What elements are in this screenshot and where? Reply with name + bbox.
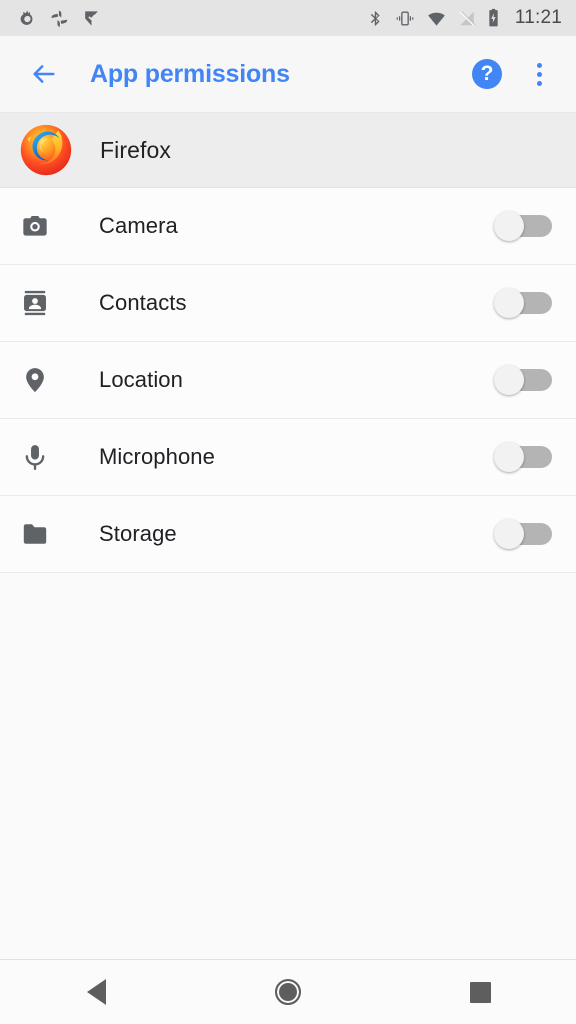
- location-pin-icon: [18, 363, 52, 397]
- empty-list-area: [0, 573, 576, 959]
- overflow-dot-icon: [536, 80, 542, 86]
- nav-back-icon: [86, 979, 106, 1005]
- permission-row-camera[interactable]: Camera: [0, 188, 576, 265]
- checkmark-flag-notification-icon: [82, 9, 101, 28]
- vibrate-icon: [395, 9, 415, 28]
- permission-toggle-microphone[interactable]: [494, 442, 552, 472]
- screen-content: App permissions ? Firefox Camera Contact…: [0, 36, 576, 1024]
- permission-toggle-storage[interactable]: [494, 519, 552, 549]
- system-status-icons: 11:21: [367, 7, 562, 29]
- camera-icon: [18, 209, 52, 243]
- nav-home-icon: [275, 979, 301, 1005]
- permission-toggle-location[interactable]: [494, 365, 552, 395]
- bluetooth-icon: [367, 9, 384, 28]
- no-sim-icon: [458, 9, 476, 28]
- folder-icon: [18, 517, 52, 551]
- firefox-notification-icon: [18, 9, 37, 28]
- overflow-dot-icon: [536, 71, 542, 77]
- help-icon: ?: [472, 59, 502, 89]
- firefox-logo-icon: [20, 124, 72, 176]
- nav-recents-button[interactable]: [384, 960, 576, 1024]
- permission-label: Location: [99, 367, 183, 392]
- overflow-menu-button[interactable]: [520, 54, 558, 94]
- wifi-icon: [426, 9, 447, 28]
- overflow-dot-icon: [536, 62, 542, 68]
- permission-toggle-camera[interactable]: [494, 211, 552, 241]
- battery-charging-icon: [487, 8, 500, 28]
- toggle-thumb: [494, 211, 524, 241]
- toolbar-actions: ?: [468, 54, 558, 94]
- status-bar: 11:21: [0, 0, 576, 36]
- nav-home-button[interactable]: [192, 960, 384, 1024]
- permission-row-contacts[interactable]: Contacts: [0, 265, 576, 342]
- status-time: 11:21: [514, 7, 562, 28]
- permission-label: Microphone: [99, 444, 215, 469]
- contacts-icon: [18, 286, 52, 320]
- app-header: Firefox: [0, 113, 576, 188]
- permission-row-storage[interactable]: Storage: [0, 496, 576, 573]
- nav-back-button[interactable]: [0, 960, 192, 1024]
- permission-toggle-contacts[interactable]: [494, 288, 552, 318]
- app-toolbar: App permissions ?: [0, 36, 576, 113]
- permission-label: Camera: [99, 213, 178, 238]
- back-button[interactable]: [24, 54, 64, 94]
- app-name: Firefox: [100, 136, 171, 163]
- page-title: App permissions: [90, 59, 290, 88]
- android-screen: 11:21 App permissions ? Firefox Camera C…: [0, 0, 576, 1024]
- permission-label: Storage: [99, 521, 177, 546]
- permissions-list: Camera Contacts Location Microphone Stor…: [0, 188, 576, 573]
- permission-label: Contacts: [99, 290, 187, 315]
- photos-notification-icon: [50, 9, 69, 28]
- toggle-thumb: [494, 365, 524, 395]
- permission-row-location[interactable]: Location: [0, 342, 576, 419]
- help-button[interactable]: ?: [468, 55, 506, 93]
- microphone-icon: [18, 440, 52, 474]
- toggle-thumb: [494, 442, 524, 472]
- notification-icons: [18, 9, 101, 28]
- permission-row-microphone[interactable]: Microphone: [0, 419, 576, 496]
- toggle-thumb: [494, 288, 524, 318]
- system-navigation-bar: [0, 959, 576, 1024]
- nav-recents-icon: [469, 981, 491, 1003]
- toggle-thumb: [494, 519, 524, 549]
